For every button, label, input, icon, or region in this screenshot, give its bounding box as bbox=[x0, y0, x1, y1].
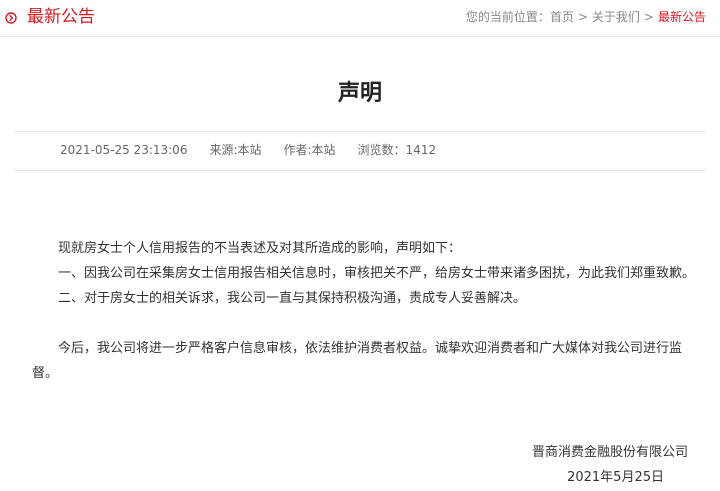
section-title: 最新公告 bbox=[27, 7, 95, 27]
meta-divider bbox=[14, 131, 706, 132]
meta-divider bbox=[14, 170, 706, 171]
article-title: 声明 bbox=[337, 81, 382, 106]
article-author: 作者:本站 bbox=[283, 143, 336, 157]
article-datetime: 2021-05-25 23:13:06 bbox=[60, 143, 188, 157]
article-body: 现就房女士个人信用报告的不当表述及对其所造成的影响，声明如下： 一、因我公司在采… bbox=[32, 236, 696, 386]
breadcrumb-about-us[interactable]: 关于我们 bbox=[592, 10, 640, 24]
article-source: 来源:本站 bbox=[209, 143, 262, 157]
signature-date: 2021年5月25日 bbox=[567, 470, 664, 485]
breadcrumb-separator: > bbox=[577, 10, 588, 24]
circle-chevron-right-icon bbox=[5, 12, 17, 24]
article-meta: 2021-05-25 23:13:06 来源:本站 作者:本站 浏览数：1412 bbox=[60, 142, 458, 158]
breadcrumb-current[interactable]: 最新公告 bbox=[658, 10, 706, 24]
body-paragraph: 现就房女士个人信用报告的不当表述及对其所造成的影响，声明如下： bbox=[58, 241, 462, 256]
section-header: 最新公告 您的当前位置：首页 > 关于我们 > 最新公告 bbox=[0, 0, 720, 37]
breadcrumb-home[interactable]: 首页 bbox=[550, 10, 574, 24]
article-views: 浏览数：1412 bbox=[357, 143, 437, 157]
body-paragraph: 今后，我公司将进一步严格客户信息审核，依法维护消费者权益。诚挚欢迎消费者和广大媒… bbox=[32, 341, 683, 381]
body-paragraph: 二、对于房女士的相关诉求，我公司一直与其保持积极沟通，责成专人妥善解决。 bbox=[58, 291, 527, 306]
signature-company: 晋商消费金融股份有限公司 bbox=[531, 445, 688, 460]
article-signature: 晋商消费金融股份有限公司 2021年5月25日 bbox=[532, 440, 688, 490]
breadcrumb-separator: > bbox=[643, 10, 654, 24]
body-paragraph: 一、因我公司在采集房女士信用报告相关信息时，审核把关不严，给房女士带来诸多困扰，… bbox=[58, 266, 696, 281]
breadcrumb-prefix: 您的当前位置： bbox=[465, 10, 550, 24]
breadcrumb: 您的当前位置：首页 > 关于我们 > 最新公告 bbox=[466, 9, 706, 25]
